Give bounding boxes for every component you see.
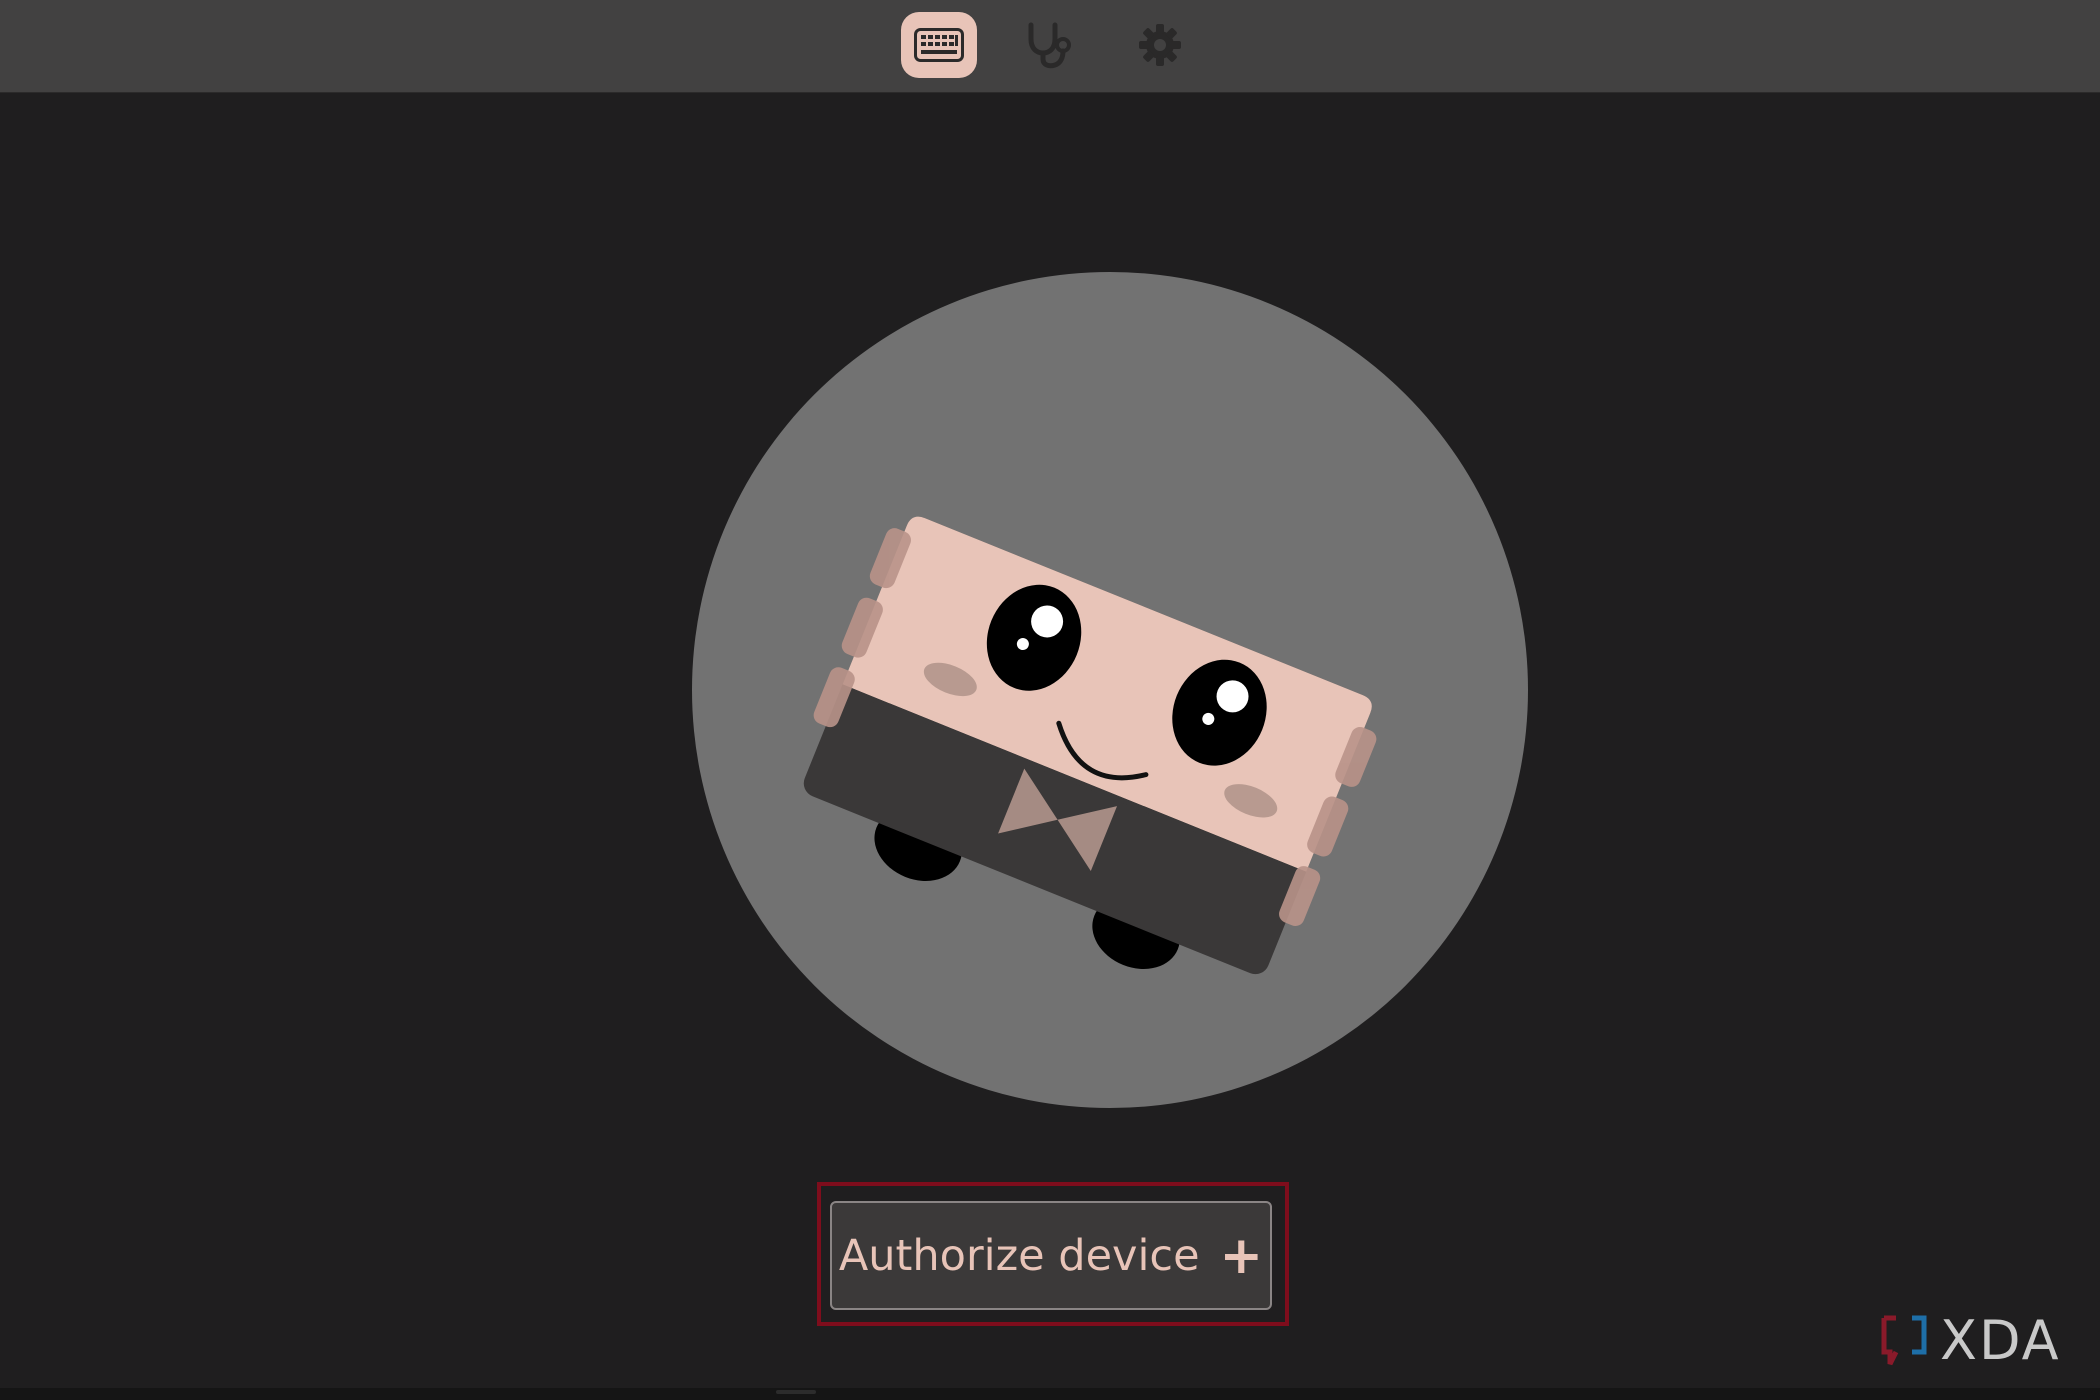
tab-health[interactable] xyxy=(1010,12,1086,78)
keyboard-icon xyxy=(914,28,964,62)
top-nav-bar xyxy=(0,0,2100,93)
plus-icon: + xyxy=(1219,1225,1264,1286)
gear-icon xyxy=(1139,24,1181,66)
xda-watermark-text: XDA xyxy=(1940,1308,2061,1372)
tab-keyboard[interactable] xyxy=(901,12,977,78)
authorize-device-button[interactable]: Authorize device + xyxy=(830,1201,1272,1310)
tab-settings[interactable] xyxy=(1122,12,1198,78)
bottom-strip xyxy=(0,1388,2100,1400)
stethoscope-icon xyxy=(1028,22,1071,69)
xda-logo-icon xyxy=(1881,1315,1927,1366)
device-mascot-illustration xyxy=(692,272,1528,1108)
scroll-handle[interactable] xyxy=(776,1390,816,1394)
authorize-device-label: Authorize device xyxy=(838,1230,1200,1281)
xda-watermark: XDA xyxy=(1880,1308,2080,1372)
